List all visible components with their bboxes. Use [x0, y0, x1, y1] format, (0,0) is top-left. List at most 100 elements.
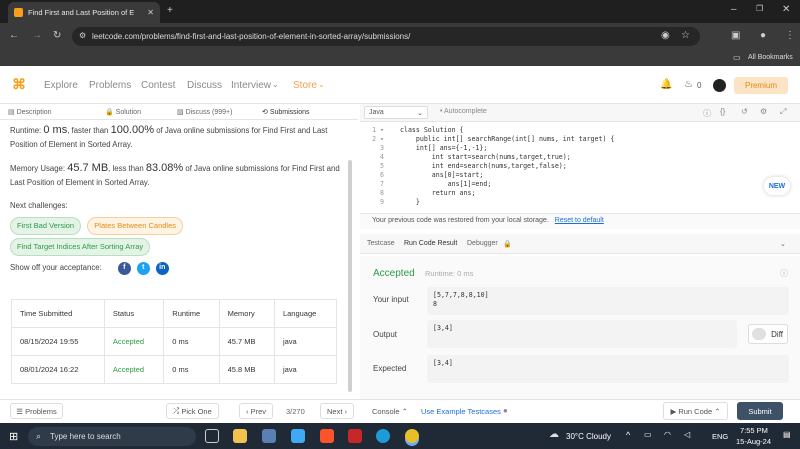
- tray-chevron-icon[interactable]: ^: [626, 430, 630, 440]
- run-code-button[interactable]: ▶ Run Code ⌃: [663, 402, 728, 420]
- tab-submissions[interactable]: ⟲ Submissions: [262, 108, 310, 116]
- autocomplete-toggle[interactable]: • Autocomplete: [440, 108, 487, 115]
- weather-icon[interactable]: ☁: [549, 429, 559, 440]
- toggle-switch[interactable]: [752, 328, 766, 340]
- settings-icon[interactable]: ⚙: [760, 107, 767, 116]
- notification-icon[interactable]: ▤: [783, 430, 791, 439]
- table-row[interactable]: 08/15/2024 19:55 Accepted 0 ms 45.7 MB j…: [11, 327, 338, 356]
- minimize-icon[interactable]: –: [731, 5, 737, 15]
- windows-start-icon[interactable]: ⊞: [9, 430, 18, 443]
- folder-icon: ▭: [733, 53, 741, 62]
- taskbar-app-icon[interactable]: [348, 429, 362, 443]
- help-icon[interactable]: ●: [503, 406, 508, 415]
- nav-explore[interactable]: Explore: [44, 80, 78, 91]
- browser-tab[interactable]: Find First and Last Position of E ✕: [8, 2, 160, 23]
- facebook-icon[interactable]: f: [117, 261, 131, 275]
- tab-run-code-result[interactable]: Run Code Result: [404, 240, 457, 247]
- language-select[interactable]: Java ⌄: [364, 106, 428, 119]
- nav-interview[interactable]: Interview: [231, 80, 271, 91]
- submit-button[interactable]: Submit: [737, 402, 783, 420]
- nav-problems[interactable]: Problems: [89, 80, 131, 91]
- your-input-box: [5,7,7,8,8,10] 8: [427, 287, 789, 315]
- code-line: ans[1]=end;: [400, 180, 492, 188]
- challenge-first-bad-version[interactable]: First Bad Version: [10, 217, 82, 235]
- tab-debugger[interactable]: Debugger: [467, 240, 498, 247]
- linkedin-icon[interactable]: in: [155, 261, 169, 275]
- tab-discuss[interactable]: ▨ Discuss (999+): [177, 108, 232, 116]
- network-icon[interactable]: ▭: [644, 430, 652, 439]
- language-indicator[interactable]: ENG: [712, 432, 728, 441]
- task-view-icon[interactable]: [205, 429, 219, 443]
- reload-icon[interactable]: ↻: [53, 31, 61, 41]
- reset-to-default-link[interactable]: Reset to default: [555, 217, 604, 224]
- reset-icon[interactable]: ↺: [741, 107, 748, 116]
- status-link[interactable]: Accepted: [103, 327, 165, 356]
- code-line: public int[] searchRange(int[] nums, int…: [400, 135, 615, 143]
- diff-toggle[interactable]: Diff: [748, 324, 788, 344]
- profile-icon[interactable]: ●: [760, 31, 766, 41]
- leetcode-favicon: [14, 8, 23, 17]
- fire-icon[interactable]: ♨: [684, 79, 693, 90]
- premium-button[interactable]: Premium: [734, 77, 788, 94]
- clock-date[interactable]: 15-Aug-24: [736, 437, 771, 446]
- twitter-icon[interactable]: t: [136, 261, 150, 275]
- maximize-icon[interactable]: ❐: [756, 5, 763, 13]
- store-icon[interactable]: [262, 429, 276, 443]
- new-tab-icon[interactable]: +: [167, 6, 173, 16]
- challenge-plates-between-candles[interactable]: Plates Between Candles: [87, 217, 183, 235]
- next-button[interactable]: Next ›: [320, 403, 354, 419]
- taskbar-app-icon[interactable]: [291, 429, 305, 443]
- code-editor[interactable]: 1 ▾ class Solution { 2 ▾ public int[] sea…: [362, 126, 798, 211]
- pick-one-button[interactable]: ⤮ Pick One: [166, 403, 219, 419]
- clock-time[interactable]: 7:55 PM: [740, 426, 768, 435]
- back-icon[interactable]: ←: [9, 31, 19, 41]
- bell-icon[interactable]: 🔔: [660, 79, 672, 90]
- console-toggle[interactable]: Console ⌃: [372, 407, 408, 416]
- left-scrollbar[interactable]: [348, 160, 352, 392]
- challenge-find-target-indices[interactable]: Find Target Indices After Sorting Array: [10, 237, 151, 256]
- tab-solution[interactable]: 🔒 Solution: [105, 108, 141, 116]
- memory-percentile: 83.08%: [145, 162, 184, 175]
- status-link[interactable]: Accepted: [103, 355, 165, 384]
- edge-icon[interactable]: [376, 429, 390, 443]
- info-icon[interactable]: ⓘ: [703, 108, 711, 119]
- table-row[interactable]: 08/01/2024 16:22 Accepted 0 ms 45.8 MB j…: [11, 355, 338, 384]
- url-text: leetcode.com/problems/find-first-and-las…: [92, 32, 411, 41]
- menu-icon[interactable]: ⋮: [785, 31, 795, 41]
- prev-button[interactable]: ‹ Prev: [239, 403, 273, 419]
- info-icon[interactable]: ⓘ: [780, 268, 788, 279]
- lock-icon: 🔒: [503, 241, 512, 248]
- extensions-icon[interactable]: ▣: [731, 31, 740, 41]
- chrome-icon[interactable]: [405, 429, 419, 443]
- volume-icon[interactable]: ◁: [684, 430, 690, 439]
- close-window-icon[interactable]: ✕: [782, 5, 790, 15]
- avatar[interactable]: [713, 79, 726, 92]
- col-status: Status: [103, 299, 165, 328]
- braces-icon[interactable]: {}: [720, 107, 725, 116]
- forward-icon[interactable]: →: [32, 31, 42, 41]
- bookmark-star-icon[interactable]: ☆: [681, 31, 690, 41]
- close-tab-icon[interactable]: ✕: [147, 8, 154, 17]
- collapse-icon[interactable]: ⌄: [780, 240, 786, 248]
- nav-discuss[interactable]: Discuss: [187, 80, 222, 91]
- weather-text[interactable]: 30°C Cloudy: [566, 432, 611, 441]
- taskbar-search[interactable]: ⌕ Type here to search: [28, 427, 196, 446]
- tab-testcase[interactable]: Testcase: [367, 240, 395, 247]
- site-info-icon[interactable]: ⚙: [79, 32, 86, 40]
- all-bookmarks[interactable]: All Bookmarks: [748, 54, 793, 61]
- file-explorer-icon[interactable]: [233, 429, 247, 443]
- code-line: class Solution {: [400, 126, 464, 134]
- leetcode-logo-icon[interactable]: ⌘: [12, 76, 26, 93]
- brave-icon[interactable]: [320, 429, 334, 443]
- nav-contest[interactable]: Contest: [141, 80, 175, 91]
- eye-off-icon[interactable]: ◉: [661, 31, 670, 41]
- use-example-testcases[interactable]: Use Example Testcases: [421, 407, 501, 416]
- new-badge[interactable]: NEW: [764, 177, 790, 195]
- fullscreen-icon[interactable]: ⤢: [780, 107, 786, 117]
- wifi-icon[interactable]: ◠: [664, 430, 671, 439]
- problems-button[interactable]: ☰ Problems: [10, 403, 63, 419]
- tab-description[interactable]: ▤ Description: [8, 108, 52, 116]
- nav-store[interactable]: Store: [293, 80, 317, 91]
- submission-detail: Runtime: 0 ms, faster than 100.00% of Ja…: [10, 122, 340, 275]
- url-bar[interactable]: ⚙ leetcode.com/problems/find-first-and-l…: [72, 27, 700, 46]
